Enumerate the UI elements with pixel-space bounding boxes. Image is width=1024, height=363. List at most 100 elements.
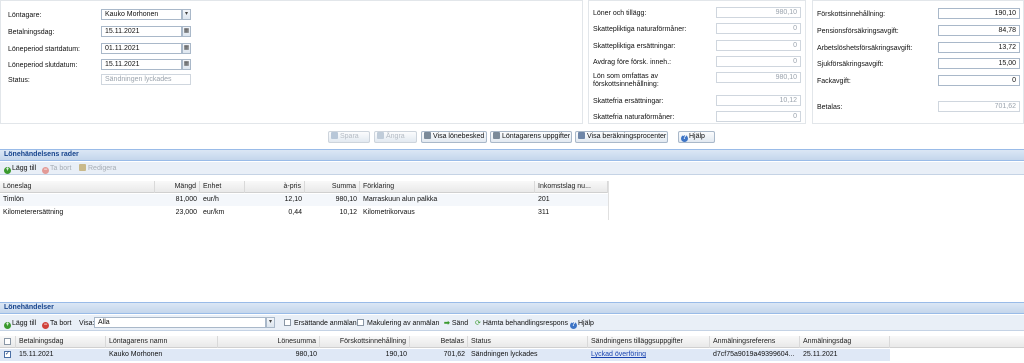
- fetch-response-button[interactable]: ⟳ Hämta behandlingsrespons: [475, 319, 568, 328]
- send-button[interactable]: ➡ Sänd: [444, 319, 468, 328]
- period-end-field[interactable]: 15.11.2021: [101, 59, 182, 70]
- plus-icon: +: [4, 322, 11, 329]
- add-event-label: Lägg till: [12, 320, 37, 327]
- chevron-down-icon[interactable]: ▾: [182, 9, 191, 20]
- summary-value: 980,10: [716, 7, 801, 18]
- calendar-icon[interactable]: ▦: [182, 26, 191, 37]
- cell: Sändningen lyckades: [471, 351, 538, 358]
- table-row[interactable]: ✓ 15.11.2021 Kauko Morhonen 980,10 190,1…: [0, 349, 890, 361]
- column-header[interactable]: Summa: [305, 181, 360, 193]
- undo-button[interactable]: Ångra: [374, 131, 417, 143]
- row-select[interactable]: ✓: [0, 349, 16, 361]
- column-header[interactable]: à-pris: [245, 181, 305, 193]
- column-header[interactable]: Lönesumma: [218, 336, 320, 348]
- column-header[interactable]: Enhet: [200, 181, 245, 193]
- remove-row-label: Ta bort: [50, 165, 72, 172]
- paydate-label: Betalningsdag:: [8, 29, 55, 36]
- sickness-fee-field[interactable]: 15,00: [938, 58, 1020, 69]
- summary-value: 10,12: [716, 95, 801, 106]
- pension-fee-field[interactable]: 84,78: [938, 25, 1020, 36]
- cell: 15.11.2021: [19, 351, 54, 358]
- withholding-field[interactable]: 190,10: [938, 8, 1020, 19]
- show-payslip-button[interactable]: Visa lönebesked: [421, 131, 487, 143]
- cancel-report-label: Makulering av anmälan: [367, 320, 440, 327]
- summary-label: Skattefria ersättningar:: [593, 98, 664, 105]
- column-header[interactable]: Anmälningsreferens: [710, 336, 800, 348]
- transfer-info-link[interactable]: Lyckad överföring: [588, 349, 710, 361]
- column-header[interactable]: Status: [468, 336, 588, 348]
- add-event-button[interactable]: + Lägg till: [4, 319, 36, 329]
- union-fee-field[interactable]: 0: [938, 75, 1020, 86]
- send-label: Sänd: [451, 320, 469, 327]
- period-start-field[interactable]: 01.11.2021: [101, 43, 182, 54]
- employee-info-label: Löntagarens uppgifter: [502, 133, 571, 140]
- column-header[interactable]: Löneslag: [0, 181, 155, 193]
- calendar-icon[interactable]: ▦: [182, 43, 191, 54]
- select-all-checkbox[interactable]: [4, 338, 11, 345]
- chevron-down-icon[interactable]: ▾: [266, 317, 275, 328]
- add-row-button[interactable]: + Lägg till: [4, 164, 36, 174]
- cell: Kilometerersättning: [3, 209, 64, 216]
- cell: 190,10: [385, 351, 407, 358]
- table-row[interactable]: Kilometerersättning 23,000 eur/km 0,44 1…: [0, 207, 608, 219]
- events-section-header: Lönehändelser: [0, 302, 1024, 314]
- help-button[interactable]: ? Hjälp: [678, 131, 715, 143]
- table-row[interactable]: Timlön 81,000 eur/h 12,10 980,10 Marrask…: [0, 194, 608, 206]
- arrow-right-icon: ➡: [444, 320, 450, 327]
- column-header[interactable]: Mängd: [155, 181, 200, 193]
- rows-toolbar: + Lägg till − Ta bort Redigera: [0, 162, 1024, 175]
- column-header[interactable]: Förklaring: [360, 181, 535, 193]
- summary-label: Skattepliktiga naturaförmåner:: [593, 26, 687, 33]
- cell: 25.11.2021: [803, 351, 838, 358]
- replacing-report-checkbox[interactable]: [284, 319, 291, 326]
- add-row-label: Lägg till: [12, 165, 37, 172]
- minus-icon: −: [42, 322, 49, 329]
- cell: 10,12: [339, 209, 357, 216]
- deduction-label: Pensionsförsäkringsavgift:: [817, 28, 899, 35]
- help-label: Hjälp: [689, 133, 705, 140]
- cell: Timlön: [3, 196, 24, 203]
- remove-row-button[interactable]: − Ta bort: [42, 164, 71, 174]
- deduction-label: Sjukförsäkringsavgift:: [817, 61, 884, 68]
- unemployment-fee-field[interactable]: 13,72: [938, 42, 1020, 53]
- events-help-label: Hjälp: [578, 320, 594, 327]
- column-header[interactable]: Inkomstslag nu...: [535, 181, 608, 193]
- save-button[interactable]: Spara: [328, 131, 370, 143]
- summary-label: Lön som omfattas av förskottsinnehållnin…: [593, 73, 659, 88]
- net-label: Betalas:: [817, 104, 843, 111]
- cell: eur/km: [203, 209, 225, 216]
- link-text[interactable]: Lyckad överföring: [591, 351, 646, 358]
- column-header[interactable]: Sändningens tilläggsuppgifter: [588, 336, 710, 348]
- edit-row-button[interactable]: Redigera: [79, 164, 116, 173]
- save-icon: [331, 132, 338, 139]
- cell: 0,44: [288, 209, 302, 216]
- calendar-icon[interactable]: ▦: [182, 59, 191, 70]
- select-all-column[interactable]: [0, 336, 16, 348]
- refresh-icon: ⟳: [475, 320, 481, 327]
- paydate-field[interactable]: 15.11.2021: [101, 26, 182, 37]
- row-checkbox-checked[interactable]: ✓: [4, 351, 11, 358]
- cell: Marraskuun alun palkka: [363, 196, 438, 203]
- events-help-button[interactable]: ? Hjälp: [570, 319, 594, 329]
- show-filter-combobox[interactable]: Alla: [94, 317, 266, 328]
- cancel-report-checkbox[interactable]: [357, 319, 364, 326]
- remove-event-button[interactable]: − Ta bort: [42, 319, 71, 329]
- deduction-label: Förskottsinnehållning:: [817, 11, 886, 18]
- summary-value: 0: [716, 111, 801, 122]
- column-header[interactable]: Anmälningsdag: [800, 336, 890, 348]
- summary-label: Skattefria naturaförmåner:: [593, 114, 675, 121]
- summary-label: Avdrag före försk. inneh.:: [593, 59, 672, 66]
- cell: Kilometrikorvaus: [363, 209, 415, 216]
- cell: 23,000: [175, 209, 197, 216]
- column-header[interactable]: Förskottsinnehållning: [320, 336, 410, 348]
- rows-section-header: Lönehändelsens rader: [0, 149, 1024, 161]
- column-header[interactable]: Löntagarens namn: [106, 336, 218, 348]
- status-label: Status:: [8, 77, 30, 84]
- calc-percent-button[interactable]: Visa beräkningsprocenter: [575, 131, 668, 143]
- cell: 701,62: [443, 351, 465, 358]
- column-header[interactable]: Betalas: [410, 336, 468, 348]
- column-header[interactable]: Betalningsdag: [16, 336, 106, 348]
- minus-icon: −: [42, 167, 49, 174]
- employee-info-button[interactable]: Löntagarens uppgifter: [490, 131, 572, 143]
- employee-combobox[interactable]: Kauko Morhonen: [101, 9, 182, 20]
